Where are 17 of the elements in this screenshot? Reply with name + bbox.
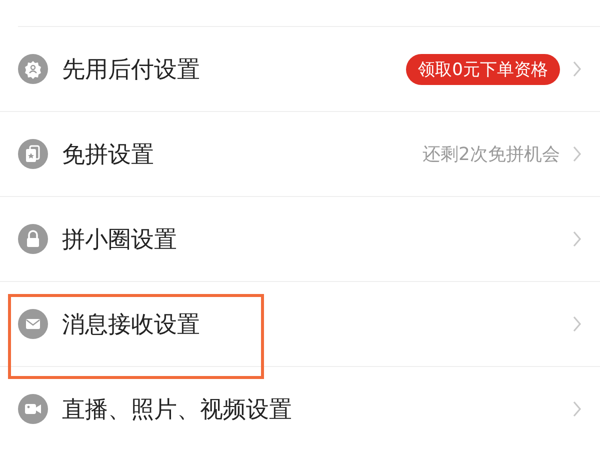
hint-text: 还剩2次免拼机会	[422, 143, 560, 166]
chevron-icon	[572, 315, 582, 333]
chevron-icon	[572, 400, 582, 418]
promo-badge: 领取0元下单资格	[406, 54, 560, 84]
video-camera-icon	[18, 394, 48, 424]
setting-label[interactable]: 拼小圈设置	[62, 224, 177, 254]
chevron-icon	[572, 60, 582, 78]
lock-icon	[18, 224, 48, 254]
chevron-icon	[572, 230, 582, 248]
chevron-icon	[572, 145, 582, 163]
setting-label[interactable]: 消息接收设置	[62, 308, 200, 340]
setting-label[interactable]: 直播、照片、视频设置	[62, 394, 292, 424]
envelope-icon	[18, 309, 48, 339]
setting-label[interactable]: 免拼设置	[62, 138, 154, 170]
setting-label[interactable]: 先用后付设置	[62, 54, 200, 84]
gear-icon	[18, 54, 48, 84]
cards-icon	[18, 139, 48, 169]
